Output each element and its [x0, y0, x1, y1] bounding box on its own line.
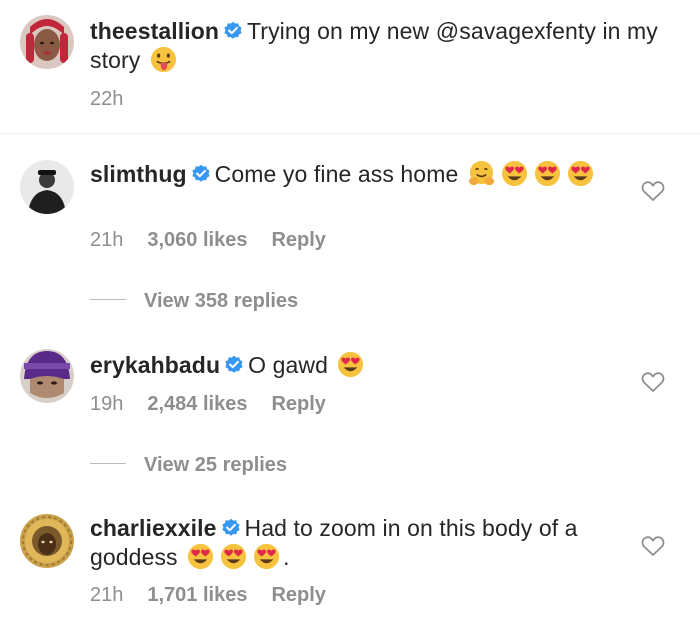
avatar[interactable] [20, 160, 74, 214]
view-replies-button[interactable]: View 25 replies [90, 453, 287, 477]
heart-outline-icon[interactable] [641, 535, 665, 557]
verified-badge-icon [224, 355, 244, 375]
view-replies-button[interactable]: View 358 replies [90, 289, 298, 313]
caption-text: theestallion Trying on my new @savagexfe… [90, 17, 670, 74]
heart-eyes-emoji [566, 159, 595, 188]
view-replies-label: View 25 replies [144, 454, 288, 476]
comment-likes[interactable]: 3,060 likes [147, 229, 247, 251]
caption-username[interactable]: theestallion [90, 18, 219, 44]
comment-username[interactable]: charliexxile [90, 515, 217, 541]
comment-text: slimthug Come yo fine ass home [90, 159, 610, 188]
heart-eyes-emoji [186, 542, 215, 571]
heart-outline-icon[interactable] [641, 180, 665, 202]
caption-mention-link[interactable]: @savagexfenty [436, 18, 596, 44]
view-replies-label: View 358 replies [144, 290, 299, 312]
heart-eyes-emoji [252, 542, 281, 571]
avatar[interactable] [20, 349, 74, 403]
verified-badge-icon [223, 21, 243, 41]
heart-eyes-emoji [500, 159, 529, 188]
comment-timestamp: 19h [90, 393, 124, 415]
comment-username[interactable]: erykahbadu [90, 352, 220, 378]
comment-text: charliexxile Had to zoom in on this body… [90, 514, 620, 571]
comment-timestamp: 21h [90, 229, 124, 251]
heart-outline-icon[interactable] [641, 371, 665, 393]
verified-badge-icon [221, 518, 241, 538]
replies-divider [90, 463, 126, 465]
comment-likes[interactable]: 2,484 likes [147, 393, 247, 415]
comment-text: erykahbadu O gawd [90, 350, 610, 379]
heart-eyes-emoji [533, 159, 562, 188]
comment-meta: 21h 3,060 likes Reply [90, 228, 350, 252]
reply-button[interactable]: Reply [271, 584, 325, 606]
verified-badge-icon [191, 164, 211, 184]
comment-body: O gawd [248, 352, 328, 378]
comment-meta: 21h 1,701 likes Reply [90, 583, 350, 607]
comment-timestamp: 21h [90, 584, 124, 606]
comment-likes[interactable]: 1,701 likes [147, 584, 247, 606]
caption-text-before: Trying on my new [247, 18, 436, 44]
heart-eyes-emoji [336, 350, 365, 379]
replies-divider [90, 299, 126, 301]
reply-button[interactable]: Reply [271, 393, 325, 415]
comment-body: Come yo fine ass home [214, 161, 459, 187]
face-with-tongue-emoji [149, 45, 178, 74]
reply-button[interactable]: Reply [271, 229, 325, 251]
comment-body-end: . [283, 544, 290, 570]
comment-meta: 19h 2,484 likes Reply [90, 392, 350, 416]
post-caption: theestallion Trying on my new @savagexfe… [0, 0, 700, 134]
comment-username[interactable]: slimthug [90, 161, 187, 187]
caption-timestamp: 22h [90, 88, 124, 110]
heart-eyes-emoji [219, 542, 248, 571]
avatar[interactable] [20, 15, 74, 69]
hugging-face-emoji [467, 159, 496, 188]
avatar[interactable] [20, 514, 74, 568]
caption-meta: 22h [90, 87, 147, 111]
